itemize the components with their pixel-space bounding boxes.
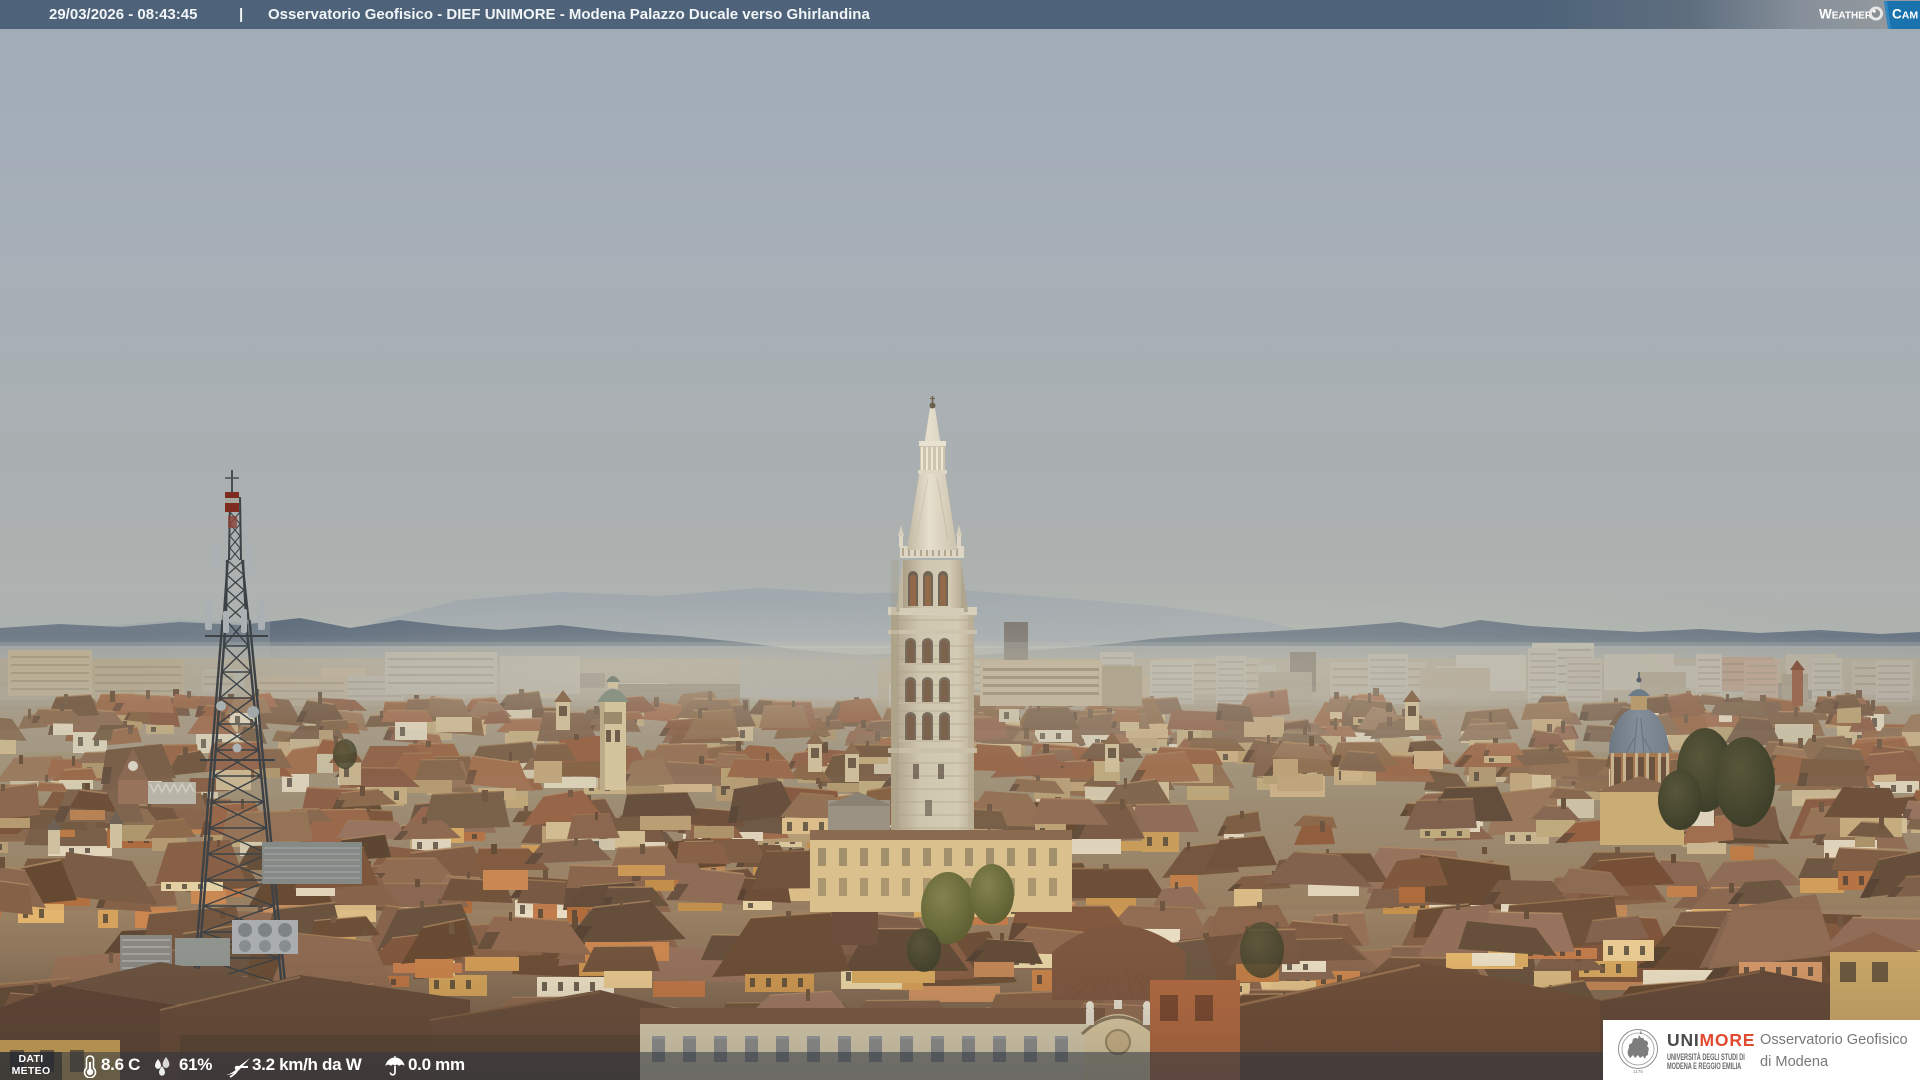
svg-text:WEATHER: WEATHER xyxy=(1819,7,1873,22)
svg-text:1175: 1175 xyxy=(1633,1069,1643,1074)
svg-text:CAM: CAM xyxy=(1892,7,1918,22)
